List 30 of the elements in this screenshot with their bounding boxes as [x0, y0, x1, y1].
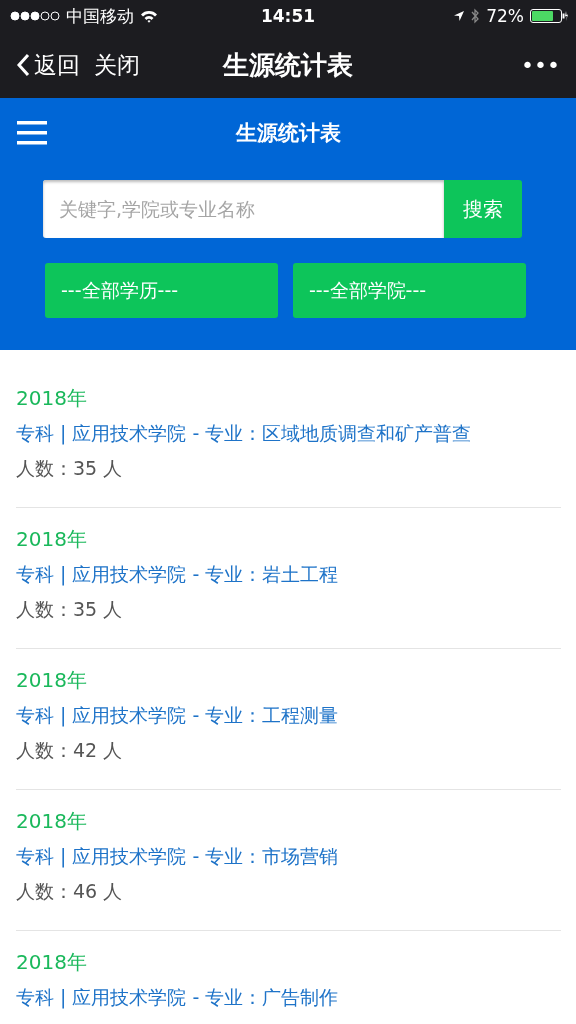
battery-percent: 72%	[486, 6, 524, 26]
signal-icon	[10, 11, 60, 21]
search-field[interactable]: 关键字,学院或专业名称	[43, 180, 444, 238]
location-icon	[453, 10, 466, 22]
nav-title: 生源统计表	[223, 48, 353, 82]
menu-icon[interactable]	[17, 120, 47, 146]
carrier-name: 中国移动	[66, 4, 134, 28]
more-button[interactable]: •••	[521, 52, 560, 78]
back-button[interactable]: 返回	[16, 49, 80, 81]
record-year: 2018年	[16, 808, 88, 835]
record-info[interactable]: 专科 | 应用技术学院 - 专业：区域地质调查和矿产普查	[16, 416, 561, 450]
record-count: 人数：46 人	[16, 879, 124, 904]
record-info[interactable]: 专科 | 应用技术学院 - 专业：岩土工程	[16, 557, 561, 591]
close-button[interactable]: 关闭	[94, 49, 140, 81]
record-year: 2018年	[16, 667, 88, 694]
page-title: 生源统计表	[235, 120, 341, 147]
record-year: 2018年	[16, 949, 88, 976]
bluetooth-icon	[471, 8, 481, 24]
record-count: 人数：35 人	[16, 456, 124, 481]
record-count: 人数：35 人	[16, 597, 124, 622]
record-info[interactable]: 专科 | 应用技术学院 - 专业：市场营销	[16, 839, 561, 873]
status-time: 14:51	[260, 6, 316, 26]
battery-icon	[530, 9, 568, 23]
back-chevron-icon	[16, 53, 30, 77]
record-year: 2018年	[16, 385, 88, 412]
wifi-icon	[140, 9, 158, 23]
record-info[interactable]: 专科 | 应用技术学院 - 专业：广告制作	[16, 980, 561, 1014]
record-year: 2018年	[16, 526, 88, 553]
record-info[interactable]: 专科 | 应用技术学院 - 专业：工程测量	[16, 698, 561, 732]
record-count: 人数：42 人	[16, 738, 124, 763]
